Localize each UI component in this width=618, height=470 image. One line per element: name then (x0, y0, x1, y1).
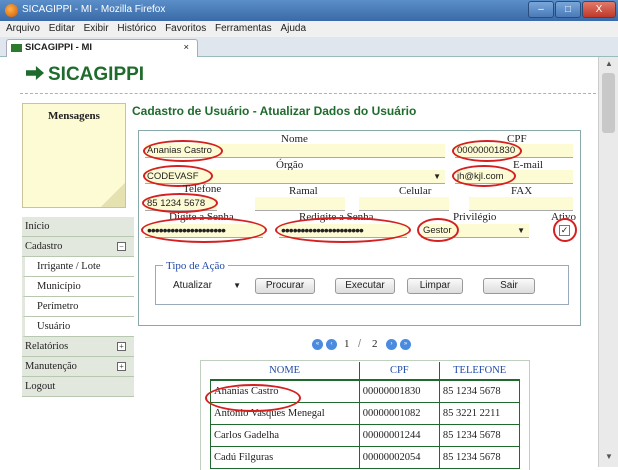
messages-title: Mensagens (48, 110, 100, 122)
first-page-icon[interactable]: « (312, 339, 323, 350)
current-page: 1 (344, 338, 350, 350)
highlight-circle (452, 140, 522, 162)
collapse-icon[interactable]: − (117, 242, 126, 251)
celular-field[interactable] (359, 197, 449, 211)
scrollbar-thumb[interactable] (602, 73, 615, 133)
page-fold-decoration (101, 183, 125, 207)
cell-telefone: 85 1234 5678 (438, 379, 521, 403)
browser-tab[interactable]: SICAGIPPI - MI × (6, 39, 198, 57)
results-table: NOME CPF TELEFONE Ananias Castro 0000000… (210, 362, 521, 469)
header-divider (20, 93, 596, 94)
dropdown-arrow-icon: ▼ (517, 226, 525, 235)
privilegio-label: Privilégio (453, 211, 497, 223)
table-row[interactable]: Carlos Gadelha 00000001244 85 1234 5678 (210, 423, 521, 447)
limpar-button[interactable]: Limpar (407, 278, 463, 294)
acao-group-label: Tipo de Ação (163, 260, 228, 272)
acao-select[interactable]: Atualizar ▼ (169, 278, 245, 294)
page-title: Cadastro de Usuário - Atualizar Dados do… (132, 104, 417, 118)
arrow-logo-icon (26, 66, 44, 80)
sidebar-item-usuario[interactable]: Usuário (22, 317, 134, 337)
sair-button[interactable]: Sair (483, 278, 535, 294)
executar-button[interactable]: Executar (335, 278, 395, 294)
procurar-button[interactable]: Procurar (255, 278, 315, 294)
last-page-icon[interactable]: » (400, 339, 411, 350)
highlight-circle (143, 140, 223, 162)
menu-historico[interactable]: Histórico (117, 21, 156, 37)
maximize-button[interactable]: □ (555, 1, 581, 18)
user-form: Nome CPF Ananias Castro 00000001830 Órgã… (138, 130, 581, 326)
tab-close-icon[interactable]: × (183, 40, 189, 56)
cell-telefone: 85 3221 2211 (438, 401, 521, 425)
expand-icon[interactable]: + (117, 362, 126, 371)
highlight-circle (417, 218, 459, 242)
prev-page-icon[interactable]: ‹ (326, 339, 337, 350)
sidebar-item-irrigante-lote[interactable]: Irrigante / Lote (22, 257, 134, 277)
cell-cpf: 00000001830 (358, 379, 440, 403)
celular-label: Celular (399, 185, 432, 197)
dropdown-arrow-icon: ▼ (433, 172, 441, 181)
window-title: SICAGIPPI - MI - Mozilla Firefox (22, 4, 166, 15)
expand-icon[interactable]: + (117, 342, 126, 351)
scroll-down-icon[interactable]: ▼ (605, 452, 613, 461)
menu-exibir[interactable]: Exibir (84, 21, 109, 37)
highlight-circle (275, 217, 411, 243)
highlight-circle (553, 218, 577, 242)
sidebar-item-perimetro[interactable]: Perímetro (22, 297, 134, 317)
sidebar-item-cadastro[interactable]: Cadastro − (22, 237, 134, 257)
column-header-nome[interactable]: NOME (210, 362, 360, 381)
menu-editar[interactable]: Editar (49, 21, 75, 37)
firefox-icon (5, 4, 18, 17)
scroll-up-icon[interactable]: ▲ (605, 59, 613, 68)
next-page-icon[interactable]: › (386, 339, 397, 350)
fax-field[interactable] (469, 197, 573, 211)
menu-arquivo[interactable]: Arquivo (6, 21, 40, 37)
column-header-telefone[interactable]: TELEFONE (438, 362, 520, 381)
menu-ferramentas[interactable]: Ferramentas (215, 21, 272, 37)
page-separator: / (358, 338, 362, 350)
pager: « ‹ 1 / 2 › » (312, 338, 442, 352)
menu-bar: Arquivo Editar Exibir Histórico Favorito… (0, 21, 618, 37)
sidebar-item-inicio[interactable]: Início (22, 217, 134, 237)
cell-telefone: 85 1234 5678 (438, 423, 521, 447)
window-titlebar: SICAGIPPI - MI - Mozilla Firefox – □ X (0, 0, 618, 21)
cell-nome[interactable]: Carlos Gadelha (210, 423, 360, 447)
favicon-icon (11, 44, 22, 52)
total-pages: 2 (372, 338, 378, 350)
sidebar-item-logout[interactable]: Logout (22, 377, 134, 397)
page-content: SICAGIPPI Mensagens Início Cadastro − Irr… (0, 57, 598, 470)
column-header-cpf[interactable]: CPF (358, 362, 440, 381)
tab-bar: SICAGIPPI - MI × (0, 37, 618, 57)
tab-label: SICAGIPPI - MI (25, 42, 93, 53)
messages-panel: Mensagens (22, 103, 126, 208)
ramal-field[interactable] (255, 197, 345, 211)
cell-cpf: 00000001082 (358, 401, 440, 425)
cell-cpf: 00000002054 (358, 445, 440, 469)
minimize-button[interactable]: – (528, 1, 554, 18)
cell-cpf: 00000001244 (358, 423, 440, 447)
highlight-circle (452, 165, 516, 187)
ramal-label: Ramal (289, 185, 318, 197)
vertical-scrollbar[interactable]: ▲ ▼ (598, 57, 618, 467)
sidebar-item-relatorios[interactable]: Relatórios + (22, 337, 134, 357)
app-logo[interactable]: SICAGIPPI (26, 64, 144, 86)
close-window-button[interactable]: X (582, 1, 616, 18)
highlight-circle (205, 384, 301, 412)
cell-telefone: 85 1234 5678 (438, 445, 521, 469)
highlight-circle (142, 193, 218, 213)
cell-nome[interactable]: Cadú Filguras (210, 445, 360, 469)
fax-label: FAX (511, 185, 533, 197)
sidebar-item-municipio[interactable]: Município (22, 277, 134, 297)
sidebar-item-manutencao[interactable]: Manutenção + (22, 357, 134, 377)
sidebar-menu: Início Cadastro − Irrigante / Lote Municí… (22, 217, 134, 397)
highlight-circle (141, 217, 267, 243)
menu-ajuda[interactable]: Ajuda (280, 21, 306, 37)
dropdown-arrow-icon: ▼ (233, 281, 241, 290)
menu-favoritos[interactable]: Favoritos (165, 21, 206, 37)
table-row[interactable]: Cadú Filguras 00000002054 85 1234 5678 (210, 445, 521, 469)
